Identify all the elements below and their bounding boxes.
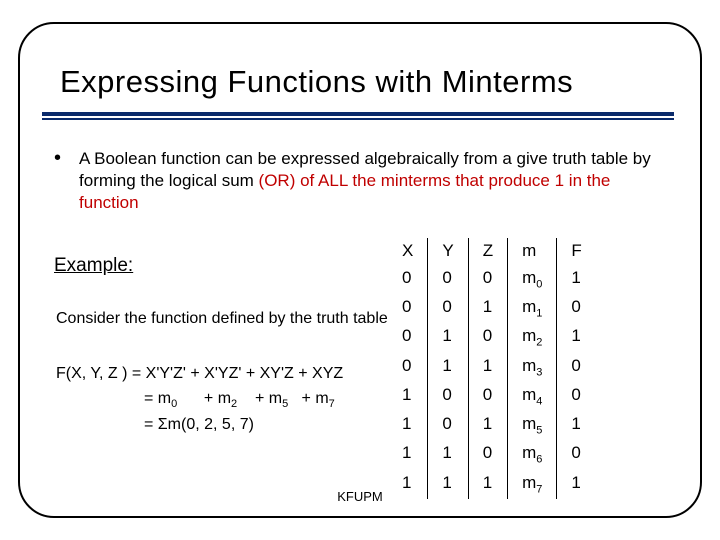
m-idx: 1 [536,308,542,320]
cell-m: m6 [508,440,557,469]
fx-l2-pre: = m [144,390,171,407]
cell-y: 1 [428,353,468,382]
m-sym: m [522,297,536,316]
cell-z: 1 [468,353,507,382]
m-idx: 3 [536,366,542,378]
function-block: F(X, Y, Z ) = X'Y'Z' + X'YZ' + XY'Z + XY… [56,362,343,438]
cell-z: 0 [468,265,507,294]
cell-f: 0 [557,382,596,411]
cell-x: 0 [388,265,428,294]
m-sym: m [522,414,536,433]
m-idx: 6 [536,454,542,466]
th-m: m [508,238,557,265]
cell-m: m2 [508,323,557,352]
cell-x: 0 [388,323,428,352]
m-idx: 2 [536,337,542,349]
th-x: X [388,238,428,265]
th-f: F [557,238,596,265]
table-row: 000m01 [388,265,596,294]
fx-l2-m3: + m [288,390,328,407]
fx-l2-s7: 7 [329,398,335,410]
fx-l2-m1: + m [177,390,231,407]
cell-m: m1 [508,294,557,323]
bullet-item: • A Boolean function can be expressed al… [54,148,664,213]
example-label: Example: [54,255,133,277]
slide: Expressing Functions with Minterms • A B… [0,0,720,540]
fx-l2-m2: + m [237,390,282,407]
cell-f: 1 [557,265,596,294]
m-idx: 5 [536,425,542,437]
m-sym: m [522,385,536,404]
m-sym: m [522,326,536,345]
title-rule [42,112,674,120]
slide-title: Expressing Functions with Minterms [60,64,573,100]
cell-z: 0 [468,440,507,469]
cell-y: 1 [428,440,468,469]
th-z: Z [468,238,507,265]
bullet-text: A Boolean function can be expressed alge… [79,148,664,213]
cell-f: 1 [557,323,596,352]
cell-z: 0 [468,323,507,352]
m-sym: m [522,356,536,375]
consider-text: Consider the function defined by the tru… [56,310,388,328]
cell-x: 0 [388,353,428,382]
cell-y: 0 [428,411,468,440]
cell-f: 0 [557,440,596,469]
m-idx: 0 [536,278,542,290]
cell-y: 1 [428,323,468,352]
cell-m: m0 [508,265,557,294]
table-row: 001m10 [388,294,596,323]
cell-z: 1 [468,294,507,323]
m-sym: m [522,268,536,287]
cell-x: 1 [388,411,428,440]
cell-f: 0 [557,294,596,323]
footer-text: KFUPM [0,489,720,504]
table-row: 100m40 [388,382,596,411]
cell-f: 1 [557,411,596,440]
table-row: 011m30 [388,353,596,382]
table-row: 110m60 [388,440,596,469]
table-row: 010m21 [388,323,596,352]
m-idx: 4 [536,395,542,407]
fx-line3: = Σm(0, 2, 5, 7) [56,413,343,438]
cell-x: 0 [388,294,428,323]
cell-x: 1 [388,382,428,411]
cell-y: 0 [428,265,468,294]
cell-m: m4 [508,382,557,411]
cell-y: 0 [428,294,468,323]
table-row: 101m51 [388,411,596,440]
bullet-or: (OR) of ALL the minterms that produce [259,171,555,190]
m-sym: m [522,443,536,462]
cell-f: 0 [557,353,596,382]
cell-m: m3 [508,353,557,382]
cell-y: 0 [428,382,468,411]
table-header-row: X Y Z m F [388,238,596,265]
fx-line1: F(X, Y, Z ) = X'Y'Z' + X'YZ' + XY'Z + XY… [56,365,343,382]
truth-table: X Y Z m F 000m01 001m10 010m21 011m30 10… [388,238,596,499]
cell-z: 0 [468,382,507,411]
cell-m: m5 [508,411,557,440]
cell-z: 1 [468,411,507,440]
bullet-dot-icon: • [54,148,61,168]
cell-x: 1 [388,440,428,469]
fx-line2: = m0 + m2 + m5 + m7 [56,387,343,413]
th-y: Y [428,238,468,265]
